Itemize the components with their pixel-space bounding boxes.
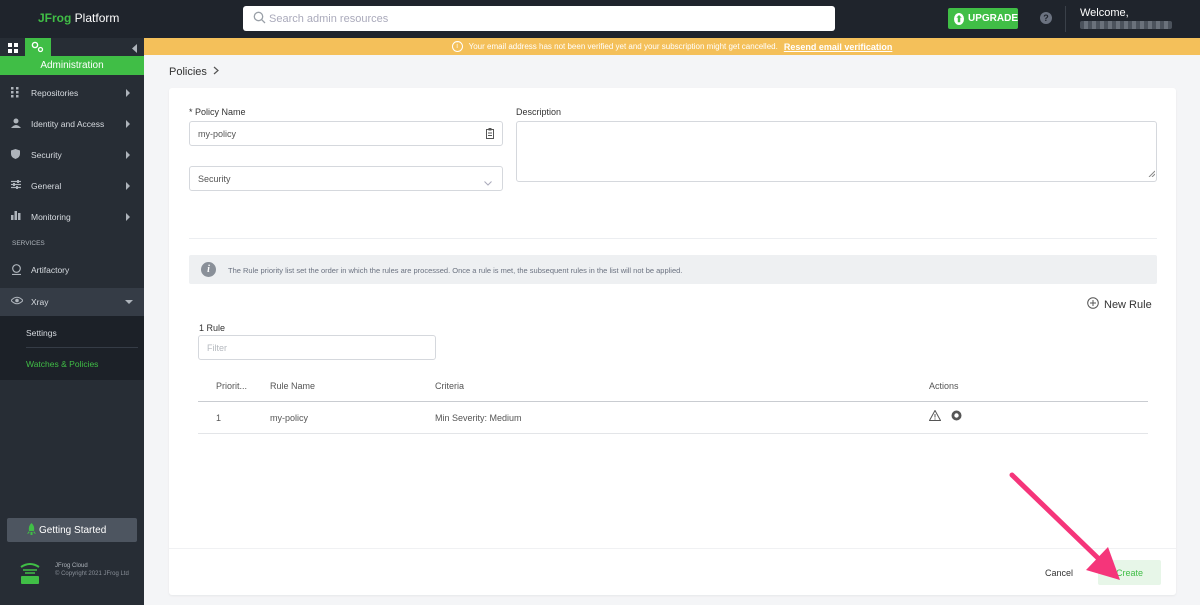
rule-count: 1 Rule (199, 323, 226, 333)
services-section-label: SERVICES (12, 240, 45, 247)
policy-type-value: Security (198, 174, 231, 184)
bar-chart-icon (11, 211, 21, 222)
plus-circle-icon (1087, 297, 1099, 312)
administration-header: Administration (0, 56, 144, 75)
rule-priority-cell: 1 (216, 413, 222, 423)
column-header-criteria[interactable]: Criteria (435, 381, 464, 391)
chevron-right-icon (126, 182, 130, 190)
policy-name-input[interactable] (190, 122, 502, 145)
chevron-right-icon (126, 120, 130, 128)
column-header-priority[interactable]: Priorit... (216, 381, 247, 391)
delete-icon[interactable] (951, 410, 962, 424)
sidebar-item-monitoring[interactable]: Monitoring (0, 206, 144, 228)
description-label: Description (516, 107, 562, 117)
shield-icon (11, 149, 20, 161)
rule-filter-input[interactable] (199, 336, 435, 359)
chevron-right-icon (213, 66, 219, 78)
sliders-icon (11, 180, 21, 191)
sidebar: Administration Repositories Identity and… (0, 38, 144, 605)
user-icon (11, 118, 21, 130)
chevron-right-icon (126, 89, 130, 97)
submenu-divider (26, 347, 138, 348)
help-icon[interactable]: ? (1040, 12, 1052, 24)
rule-priority-info: i The Rule priority list set the order i… (189, 255, 1157, 284)
arrow-up-icon: ⬆ (954, 12, 964, 25)
sidebar-item-identity-and-access[interactable]: Identity and Access (0, 113, 144, 135)
policy-name-field[interactable] (189, 121, 503, 146)
chevron-down-icon (125, 300, 133, 304)
rocket-icon (27, 523, 36, 539)
clipboard-icon[interactable] (486, 128, 494, 142)
policy-type-select[interactable]: Security (189, 166, 503, 191)
collapse-sidebar-icon[interactable] (132, 42, 138, 56)
warning-icon[interactable] (928, 409, 942, 424)
rule-name-cell: my-policy (270, 413, 309, 423)
rule-actions (928, 409, 962, 424)
search-input[interactable] (269, 6, 829, 31)
copyright-text: JFrog Cloud © Copyright 2021 JFrog Ltd (55, 563, 129, 577)
jfrog-platform-logo[interactable]: JFrog Platform (38, 11, 119, 25)
sidebar-top (0, 38, 144, 56)
policy-name-label: * Policy Name (189, 107, 246, 117)
eye-icon (10, 296, 24, 307)
breadcrumb: Policies (169, 66, 219, 78)
gears-icon (31, 41, 44, 53)
getting-started-button[interactable]: Getting Started (7, 518, 137, 542)
description-textarea[interactable] (516, 121, 1157, 182)
rule-criteria-cell: Min Severity: Medium (435, 413, 522, 423)
jfrog-frog-logo (18, 562, 42, 589)
chevron-right-icon (126, 213, 130, 221)
upgrade-button[interactable]: ⬆ UPGRADE (948, 8, 1018, 29)
search-icon (253, 11, 266, 27)
section-divider (189, 238, 1157, 239)
column-header-actions: Actions (929, 381, 959, 391)
new-rule-button[interactable]: New Rule (1087, 297, 1152, 312)
sidebar-item-repositories[interactable]: Repositories (0, 82, 144, 104)
table-header-line (198, 401, 1148, 402)
column-header-rule-name[interactable]: Rule Name (270, 381, 315, 391)
chevron-right-icon (126, 151, 130, 159)
grid-icon[interactable] (8, 42, 18, 56)
breadcrumb-policies[interactable]: Policies (169, 66, 207, 78)
rule-filter-field[interactable] (198, 335, 436, 360)
topbar-divider (1065, 6, 1066, 32)
chevron-down-icon (484, 175, 492, 189)
resend-email-link[interactable]: Resend email verification (784, 42, 893, 52)
repositories-icon (11, 87, 20, 100)
sidebar-item-watches-policies[interactable]: Watches & Policies (26, 359, 98, 369)
welcome-text: Welcome, (1080, 7, 1129, 19)
top-bar: JFrog Platform ⬆ UPGRADE ? Welcome, (0, 0, 1200, 38)
sidebar-item-settings[interactable]: Settings (26, 328, 57, 338)
artifactory-icon (11, 264, 22, 277)
info-icon: i (451, 41, 463, 52)
sidebar-item-general[interactable]: General (0, 175, 144, 197)
resize-handle-icon[interactable] (1148, 166, 1156, 180)
annotation-arrow-icon (1009, 472, 1120, 580)
xray-submenu (0, 316, 144, 380)
blurred-username[interactable] (1080, 21, 1172, 29)
sidebar-item-security[interactable]: Security (0, 144, 144, 166)
email-verification-banner: i Your email address has not been verifi… (144, 38, 1200, 55)
sidebar-item-artifactory[interactable]: Artifactory (0, 259, 144, 281)
table-row-line (198, 433, 1148, 434)
admin-search-box[interactable] (243, 6, 835, 31)
info-circle-icon: i (201, 262, 216, 277)
sidebar-item-xray[interactable]: Xray (0, 291, 144, 313)
admin-tab[interactable] (25, 38, 51, 56)
